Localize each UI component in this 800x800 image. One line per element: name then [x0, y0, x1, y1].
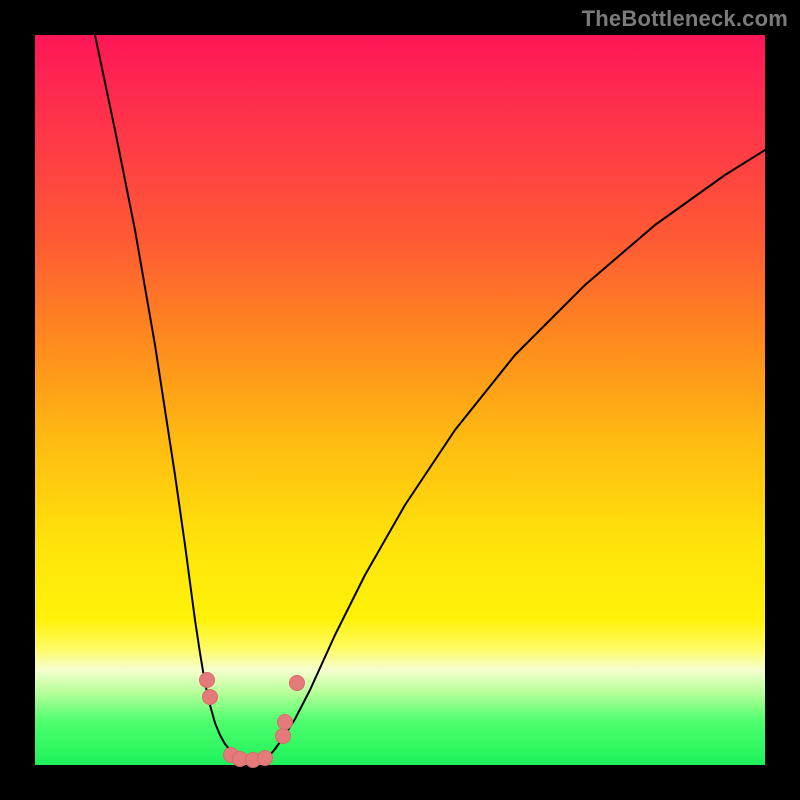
dot-right-1	[276, 729, 291, 744]
curve-layer	[95, 35, 765, 758]
dot-floor-4	[258, 751, 273, 766]
watermark-text: TheBottleneck.com	[582, 6, 788, 32]
curve-right-branch	[270, 150, 765, 755]
chart-svg	[35, 35, 765, 765]
curve-left-branch	[95, 35, 235, 755]
dot-left-1	[200, 673, 215, 688]
dot-right-top	[290, 676, 305, 691]
chart-frame: TheBottleneck.com	[0, 0, 800, 800]
dot-right-2	[278, 715, 293, 730]
plot-area	[35, 35, 765, 765]
dot-left-2	[203, 690, 218, 705]
marker-layer	[200, 673, 305, 768]
